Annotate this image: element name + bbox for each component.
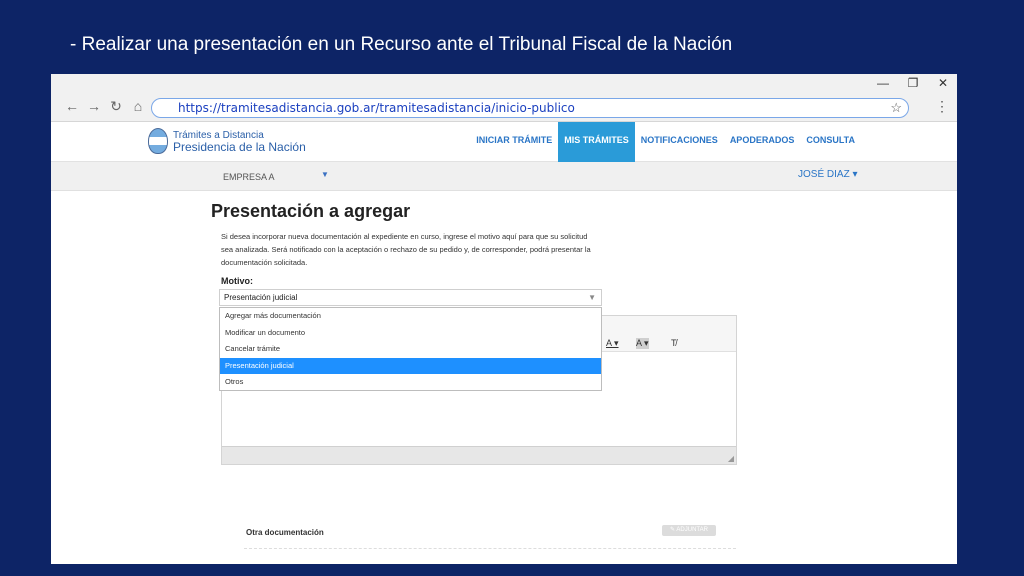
minimize-button[interactable]: — — [873, 76, 893, 90]
nav-notificaciones[interactable]: NOTIFICACIONES — [635, 122, 724, 162]
nav-iniciar-tramite[interactable]: INICIAR TRÁMITE — [470, 122, 558, 162]
forward-icon[interactable]: → — [85, 98, 103, 114]
user-menu[interactable]: JOSÉ DIAZ ▾ — [798, 169, 857, 180]
slide-title: - Realizar una presentación en un Recurs… — [70, 34, 733, 55]
browser-menu-icon[interactable]: ⋮ — [935, 98, 949, 115]
national-emblem-icon — [148, 128, 168, 154]
browser-window: — ❐ ✕ ← → ↻ ⌂ https://tramitesadistancia… — [51, 74, 957, 564]
clear-format-icon[interactable]: T̸ — [671, 338, 677, 348]
url-input[interactable]: https://tramitesadistancia.gob.ar/tramit… — [151, 98, 909, 118]
nav-consulta[interactable]: CONSULTA — [800, 122, 861, 162]
font-color-button[interactable]: A ▾ — [606, 338, 619, 349]
section-divider — [244, 548, 736, 549]
context-bar: EMPRESA A ▼ JOSÉ DIAZ ▾ — [51, 162, 957, 191]
reload-icon[interactable]: ↻ — [107, 98, 125, 115]
address-bar: ← → ↻ ⌂ https://tramitesadistancia.gob.a… — [51, 94, 957, 122]
motivo-selected-value[interactable]: Presentación judicial — [224, 293, 297, 302]
motivo-select[interactable]: Presentación judicial ▼ — [219, 289, 602, 306]
motivo-option-cancelar[interactable]: Cancelar trámite — [220, 341, 601, 358]
background-color-button[interactable]: A ▾ — [636, 338, 649, 349]
resize-grip-icon[interactable]: ◢ — [728, 454, 734, 463]
page-title: Presentación a agregar — [211, 201, 411, 221]
chevron-down-icon[interactable]: ▼ — [588, 293, 596, 302]
motivo-label: Motivo: — [221, 276, 253, 286]
attach-button[interactable]: ✎ ADJUNTAR — [662, 525, 716, 536]
window-titlebar: — ❐ ✕ — [51, 74, 957, 94]
close-button[interactable]: ✕ — [933, 76, 953, 90]
editor-statusbar: ◢ — [222, 446, 736, 464]
form-description: Si desea incorporar nueva documentación … — [221, 232, 591, 267]
other-docs-label: Otra documentación — [246, 528, 324, 537]
motivo-option-presentacion-judicial[interactable]: Presentación judicial — [220, 357, 601, 374]
home-icon[interactable]: ⌂ — [129, 98, 147, 114]
motivo-dropdown-list: Agregar más documentación Modificar un d… — [219, 307, 602, 391]
nav-mis-tramites[interactable]: MIS TRÁMITES — [558, 122, 635, 162]
site-header: Trámites a Distancia Presidencia de la N… — [51, 122, 957, 162]
bookmark-star-icon[interactable]: ☆ — [890, 100, 902, 116]
restore-button[interactable]: ❐ — [903, 76, 923, 90]
nav-apoderados[interactable]: APODERADOS — [724, 122, 801, 162]
company-selector[interactable]: EMPRESA A — [223, 172, 275, 182]
url-text[interactable]: https://tramitesadistancia.gob.ar/tramit… — [178, 101, 575, 115]
logo-title[interactable]: Presidencia de la Nación — [173, 140, 306, 154]
main-nav: INICIAR TRÁMITE MIS TRÁMITES NOTIFICACIO… — [470, 122, 861, 162]
chevron-down-icon[interactable]: ▼ — [321, 170, 329, 179]
motivo-option-agregar[interactable]: Agregar más documentación — [220, 308, 601, 325]
motivo-option-modificar[interactable]: Modificar un documento — [220, 325, 601, 342]
motivo-option-otros[interactable]: Otros — [220, 374, 601, 391]
back-icon[interactable]: ← — [63, 98, 81, 114]
